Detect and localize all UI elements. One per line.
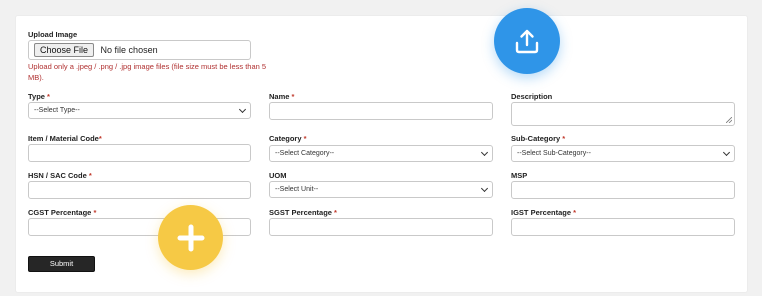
name-label: Name * — [269, 92, 295, 101]
type-label: Type * — [28, 92, 50, 101]
add-badge[interactable] — [158, 205, 223, 270]
msp-label: MSP — [511, 171, 528, 180]
submit-button[interactable]: Submit — [28, 256, 95, 272]
description-textarea[interactable] — [511, 102, 735, 126]
upload-hint: Upload only a .jpeg / .png / .jpg image … — [28, 62, 267, 82]
category-label: Category * — [269, 134, 307, 143]
cgst-label: CGST Percentage * — [28, 208, 97, 217]
hsn-sac-label: HSN / SAC Code * — [28, 171, 92, 180]
item-code-label: Item / Material Code* — [28, 134, 102, 143]
upload-icon — [515, 29, 539, 54]
sgst-input[interactable] — [269, 218, 493, 236]
uom-select[interactable]: --Select Unit-- — [269, 181, 493, 198]
description-label: Description — [511, 92, 553, 101]
sub-category-label: Sub-Category * — [511, 134, 566, 143]
sgst-label: SGST Percentage * — [269, 208, 337, 217]
sub-category-select[interactable]: --Select Sub-Category-- — [511, 145, 735, 162]
choose-file-button[interactable]: Choose File — [34, 43, 95, 57]
resize-grip-icon[interactable] — [726, 117, 732, 123]
plus-icon — [177, 224, 204, 251]
category-select[interactable]: --Select Category-- — [269, 145, 493, 162]
igst-input[interactable] — [511, 218, 735, 236]
upload-image-label: Upload Image — [28, 30, 78, 39]
uom-label: UOM — [269, 171, 287, 180]
name-input[interactable] — [269, 102, 493, 120]
chevron-down-icon — [722, 148, 731, 157]
file-input[interactable]: Choose File No file chosen — [28, 40, 251, 60]
msp-input[interactable] — [511, 181, 735, 199]
file-status-text: No file chosen — [100, 45, 158, 55]
chevron-down-icon — [480, 184, 489, 193]
chevron-down-icon — [238, 105, 247, 114]
hsn-sac-input[interactable] — [28, 181, 251, 199]
chevron-down-icon — [480, 148, 489, 157]
item-code-input[interactable] — [28, 144, 251, 162]
igst-label: IGST Percentage * — [511, 208, 577, 217]
upload-badge[interactable] — [494, 8, 560, 74]
type-select[interactable]: --Select Type-- — [28, 102, 251, 119]
